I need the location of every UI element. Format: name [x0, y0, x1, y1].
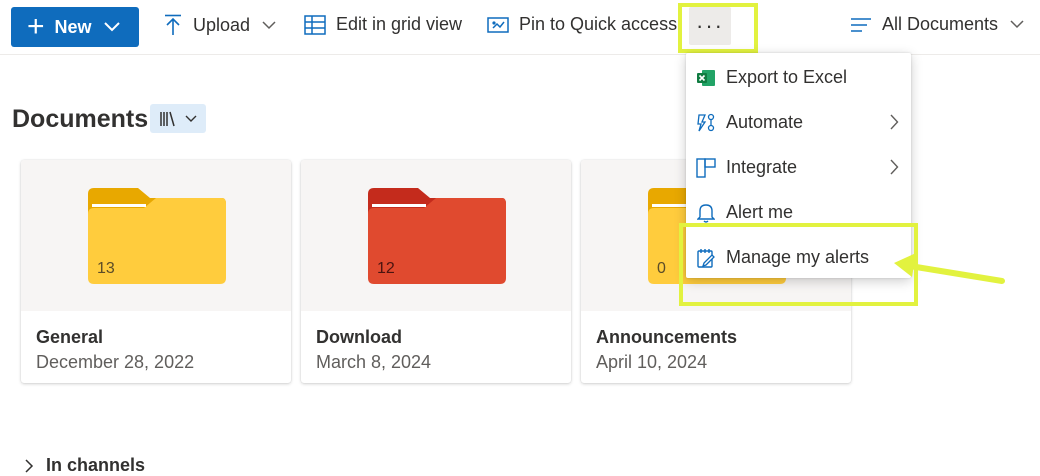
folder-thumbnail: 13 [21, 160, 291, 311]
pin-label: Pin to Quick access [519, 14, 678, 34]
chevron-down-icon [262, 20, 276, 29]
highlight-box-manage-alerts [679, 223, 918, 306]
chevron-right-icon [890, 159, 899, 175]
folder-date: December 28, 2022 [36, 352, 195, 372]
folder-card-download[interactable]: 12 Download March 8, 2024 [301, 160, 571, 383]
folder-item-count: 12 [377, 260, 395, 277]
menu-item-label: Export to Excel [726, 67, 848, 87]
bell-icon [696, 203, 716, 223]
highlight-box-more [678, 3, 758, 53]
edit-grid-button[interactable]: Edit in grid view [304, 14, 462, 35]
menu-item-label: Alert me [726, 202, 794, 222]
command-bar: + New Upload Edit in grid view Pin to Qu… [0, 0, 1040, 55]
menu-item-automate[interactable]: Automate [686, 100, 911, 145]
chevron-down-icon [1010, 20, 1024, 29]
integrate-icon [696, 157, 716, 178]
folder-date: March 8, 2024 [316, 352, 432, 372]
menu-item-label: Automate [726, 112, 804, 132]
folder-card-general[interactable]: 13 General December 28, 2022 [21, 160, 291, 383]
pin-quick-access-button[interactable]: Pin to Quick access [487, 14, 677, 35]
chevron-right-icon [25, 458, 34, 473]
chevron-right-icon [890, 114, 899, 130]
menu-item-integrate[interactable]: Integrate [686, 145, 911, 190]
upload-icon [165, 14, 181, 35]
folder-name: General [36, 327, 104, 347]
pin-icon [487, 16, 509, 33]
annotation-arrow-icon [894, 253, 1005, 284]
chevron-down-icon [185, 115, 197, 122]
grid-icon [304, 14, 326, 35]
library-icon [160, 111, 175, 126]
menu-item-label: Integrate [726, 157, 798, 177]
upload-button[interactable]: Upload [163, 14, 276, 36]
plus-icon: + [27, 10, 45, 43]
menu-item-export-excel[interactable]: Export to Excel [686, 55, 911, 100]
folder-thumbnail: 12 [301, 160, 571, 311]
edit-grid-label: Edit in grid view [336, 14, 463, 34]
folder-name: Announcements [596, 327, 738, 347]
list-icon [851, 17, 871, 32]
library-view-button[interactable] [150, 104, 206, 133]
new-button[interactable]: + New [11, 7, 139, 47]
view-selector[interactable]: All Documents [850, 14, 1024, 35]
upload-label: Upload [193, 14, 251, 35]
chevron-down-icon [103, 22, 120, 32]
view-selector-label: All Documents [882, 14, 999, 34]
folder-item-count: 0 [657, 260, 666, 277]
automate-icon [696, 113, 716, 133]
folder-item-count: 13 [97, 260, 115, 277]
page-title: Documents [12, 105, 149, 133]
in-channels-label: In channels [46, 455, 146, 475]
in-channels-toggle[interactable]: In channels [25, 455, 145, 476]
folder-date: April 10, 2024 [596, 352, 708, 372]
excel-icon [696, 68, 716, 88]
new-button-label: New [54, 16, 92, 37]
folder-name: Download [316, 327, 402, 347]
